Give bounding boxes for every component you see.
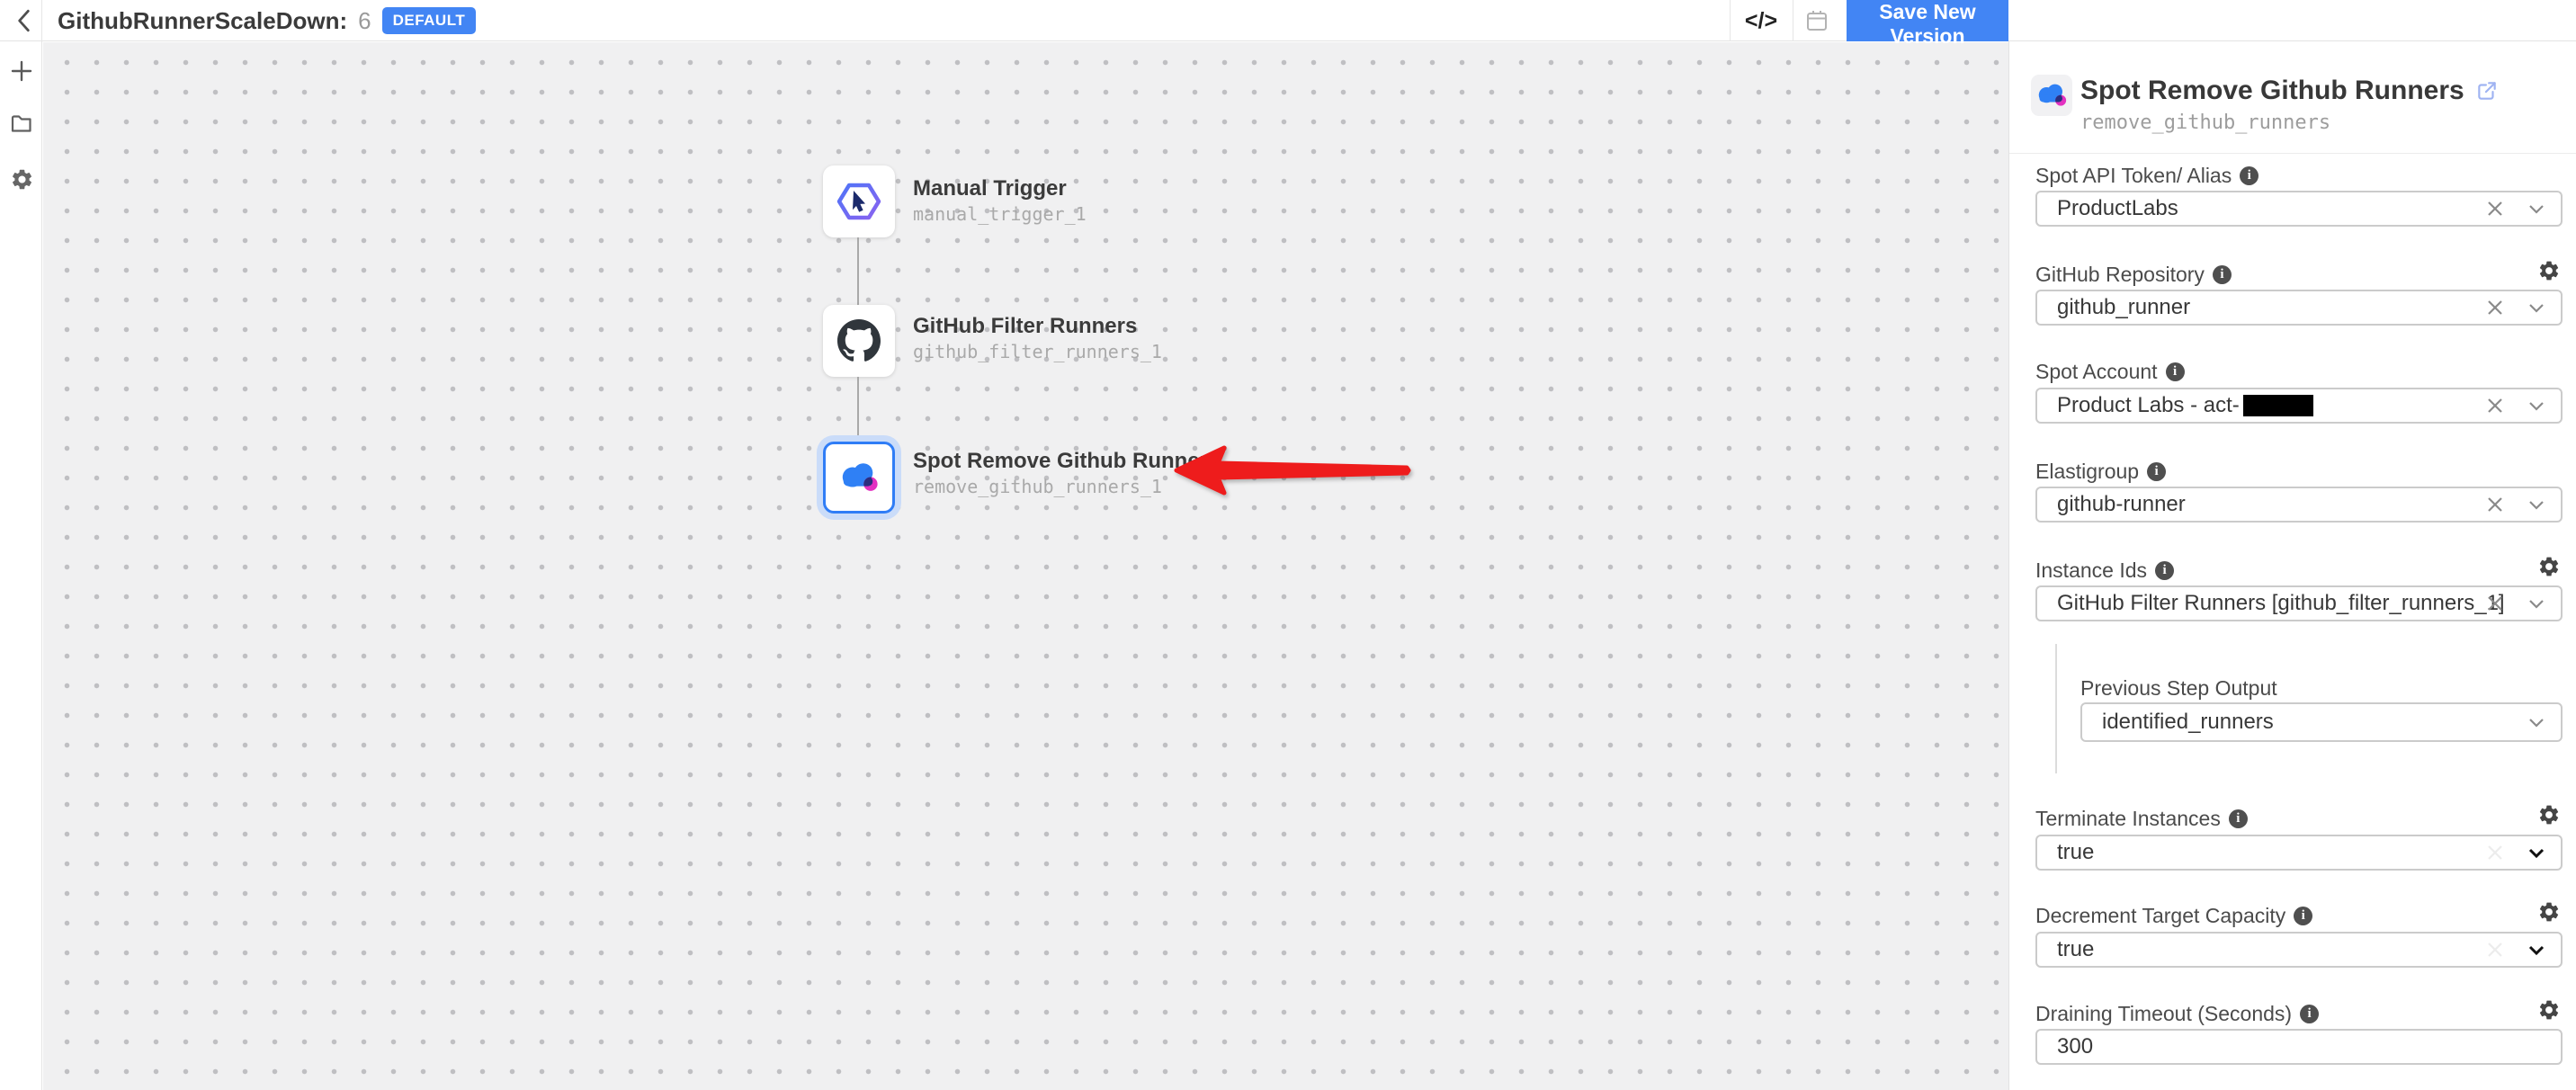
clear-icon[interactable] xyxy=(2485,396,2505,415)
instance-ids-select[interactable]: GitHub Filter Runners [github_filter_run… xyxy=(2035,585,2563,621)
top-bar: GithubRunnerScaleDown: 6 DEFAULT </> Sav… xyxy=(0,0,2576,41)
chevron-down-icon[interactable] xyxy=(2527,712,2546,732)
node-id: manual_trigger_1 xyxy=(913,203,1087,225)
manual-trigger-icon xyxy=(836,178,882,225)
chevron-down-icon[interactable] xyxy=(2527,495,2546,514)
info-icon[interactable]: i xyxy=(2294,907,2312,925)
info-icon[interactable]: i xyxy=(2300,1005,2319,1023)
node-id: remove_github_runners_1 xyxy=(913,476,1162,497)
add-node-button[interactable] xyxy=(8,58,35,85)
spot-logo-icon xyxy=(838,457,880,498)
clear-icon[interactable] xyxy=(2485,199,2505,219)
node-id: github_filter_runners_1 xyxy=(913,341,1162,362)
clear-icon xyxy=(2485,843,2505,862)
chevron-down-icon[interactable] xyxy=(2527,396,2546,415)
node-title: Manual Trigger xyxy=(913,176,1067,201)
field-settings-gear-icon[interactable] xyxy=(2537,555,2561,578)
divider xyxy=(41,0,42,41)
clear-icon xyxy=(2485,940,2505,960)
files-button[interactable] xyxy=(8,110,35,137)
chevron-down-icon[interactable] xyxy=(2527,940,2546,960)
clear-icon[interactable] xyxy=(2485,298,2505,317)
edge-connector xyxy=(857,237,859,305)
field-label-github-repository: GitHub Repository i xyxy=(2035,263,2232,287)
divider xyxy=(2009,153,2576,154)
edge-connector xyxy=(857,377,859,442)
panel-node-icon-box xyxy=(2031,75,2072,116)
field-settings-gear-icon[interactable] xyxy=(2537,259,2561,282)
workflow-title-group: GithubRunnerScaleDown: 6 DEFAULT xyxy=(58,0,476,41)
nested-field-indent-line xyxy=(2055,644,2057,773)
info-icon[interactable]: i xyxy=(2229,809,2248,828)
spot-account-select[interactable]: Product Labs - act- xyxy=(2035,388,2563,424)
node-config-panel: Spot Remove Github Runners remove_github… xyxy=(2008,41,2576,1090)
elastigroup-select[interactable]: github-runner xyxy=(2035,487,2563,523)
panel-title: Spot Remove Github Runners xyxy=(2080,76,2464,106)
field-label-draining-timeout: Draining Timeout (Seconds) i xyxy=(2035,1002,2319,1026)
info-icon[interactable]: i xyxy=(2166,362,2185,381)
github-icon xyxy=(837,319,881,362)
info-icon[interactable]: i xyxy=(2240,166,2258,185)
field-label-decrement-target-capacity: Decrement Target Capacity i xyxy=(2035,904,2312,928)
chevron-down-icon[interactable] xyxy=(2527,199,2546,219)
field-settings-gear-icon[interactable] xyxy=(2537,900,2561,924)
field-label-instance-ids: Instance Ids i xyxy=(2035,558,2174,583)
default-badge: DEFAULT xyxy=(382,7,477,34)
node-spot-remove-github-runners[interactable] xyxy=(823,442,895,514)
page-title: GithubRunnerScaleDown: xyxy=(58,7,347,35)
annotation-arrow xyxy=(1173,445,1412,497)
field-label-spot-api-token: Spot API Token/ Alias i xyxy=(2035,164,2258,188)
code-view-button[interactable]: </> xyxy=(1741,5,1781,36)
back-button[interactable] xyxy=(7,4,41,37)
redacted-value xyxy=(2243,395,2313,416)
chevron-left-icon xyxy=(13,7,36,34)
plus-icon xyxy=(9,58,34,84)
spot-logo-icon xyxy=(2035,79,2068,112)
chevron-down-icon[interactable] xyxy=(2527,843,2546,862)
panel-node-id: remove_github_runners xyxy=(2080,112,2330,134)
clear-icon[interactable] xyxy=(2485,495,2505,514)
spot-api-token-select[interactable]: ProductLabs xyxy=(2035,191,2563,227)
info-icon[interactable]: i xyxy=(2147,462,2166,481)
calendar-icon xyxy=(1804,8,1829,33)
info-icon[interactable]: i xyxy=(2213,265,2232,284)
workflow-canvas[interactable]: Manual Trigger manual_trigger_1 GitHub F… xyxy=(43,42,2008,1090)
field-label-previous-step-output: Previous Step Output xyxy=(2080,676,2277,701)
node-github-filter-runners[interactable] xyxy=(823,305,895,377)
left-toolbar xyxy=(0,41,42,1090)
code-icon: </> xyxy=(1745,8,1777,34)
save-new-version-button[interactable]: Save New Version xyxy=(1847,0,2008,41)
field-label-spot-account: Spot Account i xyxy=(2035,360,2185,384)
folder-icon xyxy=(9,111,34,136)
chevron-down-icon[interactable] xyxy=(2527,298,2546,317)
gear-icon xyxy=(10,167,34,192)
field-settings-gear-icon[interactable] xyxy=(2537,803,2561,826)
decrement-target-capacity-select[interactable]: true xyxy=(2035,932,2563,968)
divider xyxy=(1730,0,1731,41)
terminate-instances-select[interactable]: true xyxy=(2035,835,2563,871)
chevron-down-icon[interactable] xyxy=(2527,594,2546,613)
info-icon[interactable]: i xyxy=(2155,561,2174,580)
workflow-version: 6 xyxy=(358,7,371,35)
previous-step-output-select[interactable]: identified_runners xyxy=(2080,702,2563,742)
clear-icon[interactable] xyxy=(2485,594,2505,613)
field-label-terminate-instances: Terminate Instances i xyxy=(2035,807,2248,831)
workflow-editor: GithubRunnerScaleDown: 6 DEFAULT </> Sav… xyxy=(0,0,2576,1090)
settings-button[interactable] xyxy=(8,165,35,192)
external-link-icon[interactable] xyxy=(2475,79,2499,103)
field-settings-gear-icon[interactable] xyxy=(2537,998,2561,1022)
node-manual-trigger[interactable] xyxy=(823,165,895,237)
github-repository-select[interactable]: github_runner xyxy=(2035,290,2563,326)
node-title: GitHub Filter Runners xyxy=(913,314,1137,339)
field-label-elastigroup: Elastigroup i xyxy=(2035,460,2166,484)
schedule-button[interactable] xyxy=(1801,7,1833,34)
draining-timeout-input[interactable]: 300 xyxy=(2035,1029,2563,1065)
